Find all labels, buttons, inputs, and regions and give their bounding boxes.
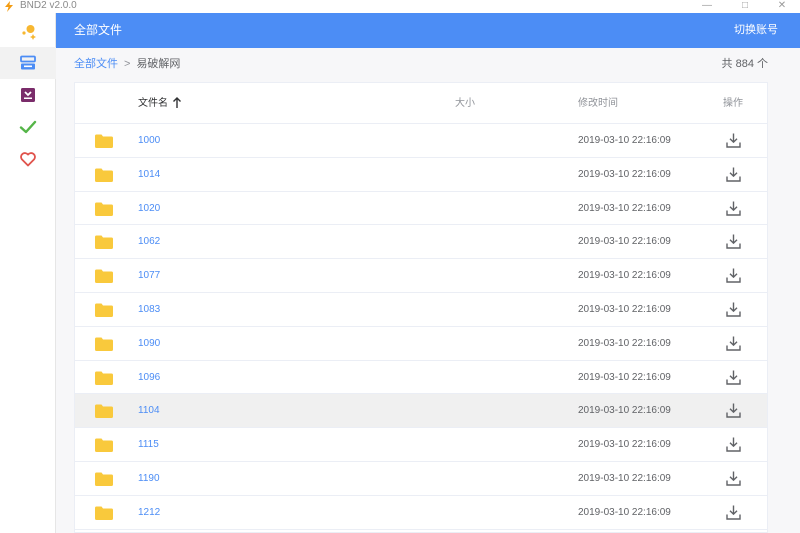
modified-time: 2019-03-10 22:16:09 — [578, 337, 671, 349]
folder-icon — [95, 506, 113, 520]
download-icon[interactable] — [725, 470, 742, 487]
download-icon[interactable] — [725, 301, 742, 318]
modified-time: 2019-03-10 22:16:09 — [578, 439, 671, 451]
folder-icon — [95, 269, 113, 284]
sparkle-logo-icon — [22, 25, 36, 40]
breadcrumb-separator: > — [124, 58, 131, 70]
folder-icon — [95, 404, 113, 419]
switch-account-button[interactable]: 切换账号 — [734, 13, 778, 48]
file-name-link[interactable]: 1190 — [138, 462, 160, 495]
modified-time: 2019-03-10 22:16:09 — [578, 168, 671, 180]
download-icon[interactable] — [725, 267, 742, 284]
modified-time: 2019-03-10 22:16:09 — [578, 303, 671, 315]
stack-drive-icon — [20, 55, 36, 70]
download-icon[interactable] — [725, 132, 742, 149]
file-name-link[interactable]: 1090 — [138, 327, 160, 360]
table-row[interactable]: 1115 2019-03-10 22:16:09 — [75, 428, 767, 462]
folder-icon — [95, 337, 113, 351]
table-row[interactable]: 1090 2019-03-10 22:16:09 — [75, 327, 767, 361]
download-icon[interactable] — [725, 504, 742, 521]
table-row[interactable]: 1096 2019-03-10 22:16:09 — [75, 361, 767, 395]
folder-icon — [95, 235, 113, 250]
sidebar-item-files[interactable] — [0, 47, 56, 79]
modified-time: 2019-03-10 22:16:09 — [578, 506, 671, 518]
table-row[interactable]: 1083 2019-03-10 22:16:09 — [75, 293, 767, 327]
folder-icon — [95, 202, 113, 216]
file-name-link[interactable]: 1104 — [138, 394, 160, 427]
download-icon[interactable] — [725, 402, 742, 419]
header-title: 全部文件 — [74, 23, 123, 37]
lightning-app-icon — [5, 1, 13, 12]
file-name-link[interactable]: 1014 — [138, 158, 160, 191]
table-row[interactable]: 1000 2019-03-10 22:16:09 — [75, 124, 767, 158]
inbox-download-icon — [21, 88, 35, 102]
table-row[interactable]: 1104 2019-03-10 22:16:09 — [75, 394, 767, 429]
folder-icon — [95, 168, 113, 182]
column-header-action: 操作 — [723, 98, 743, 109]
file-name-link[interactable]: 1096 — [138, 361, 160, 394]
total-count: 共 884 个 — [721, 58, 768, 70]
close-button[interactable]: ✕ — [775, 0, 789, 12]
table-row[interactable]: 1062 2019-03-10 22:16:09 — [75, 225, 767, 260]
sidebar-item-downloads[interactable] — [0, 79, 56, 111]
maximize-button[interactable]: □ — [738, 0, 752, 12]
download-icon[interactable] — [725, 436, 742, 453]
modified-time: 2019-03-10 22:16:09 — [578, 135, 671, 146]
folder-icon — [95, 472, 113, 486]
modified-time: 2019-03-10 22:16:09 — [578, 371, 671, 383]
file-name-link[interactable]: 1083 — [138, 293, 160, 326]
download-icon[interactable] — [725, 200, 742, 217]
download-icon[interactable] — [725, 166, 742, 183]
heart-icon — [20, 152, 36, 167]
minimize-button[interactable]: — — [700, 0, 714, 12]
folder-icon — [95, 371, 113, 385]
file-name-link[interactable]: 1020 — [138, 192, 160, 225]
main-content: 全部文件 > 易破解网 共 884 个 文件名 大小 修改时间 操作 1000 … — [56, 48, 800, 533]
header-bar: 全部文件 切换账号 — [56, 13, 800, 48]
modified-time: 2019-03-10 22:16:09 — [578, 270, 671, 282]
folder-icon — [95, 134, 113, 148]
download-icon[interactable] — [725, 369, 742, 386]
download-icon[interactable] — [725, 335, 742, 352]
window-title-bar: BND2 v2.0.0 — □ ✕ — [0, 0, 800, 13]
sidebar-item-completed[interactable] — [0, 111, 56, 143]
table-row[interactable]: 1190 2019-03-10 22:16:09 — [75, 462, 767, 496]
sidebar-item-favorites[interactable] — [0, 143, 56, 175]
breadcrumb-root-link[interactable]: 全部文件 — [74, 57, 118, 71]
sidebar — [0, 13, 56, 533]
sidebar-item-logo[interactable] — [0, 15, 56, 47]
column-header-name[interactable]: 文件名 — [138, 83, 168, 124]
checkmark-icon — [19, 120, 37, 134]
table-row[interactable]: 1212 2019-03-10 22:16:09 — [75, 496, 767, 530]
column-header-modified[interactable]: 修改时间 — [578, 83, 618, 124]
file-name-link[interactable]: 1062 — [138, 225, 160, 258]
file-table: 文件名 大小 修改时间 操作 1000 2019-03-10 22:16:09 … — [74, 82, 768, 533]
window-title: BND2 v2.0.0 — [20, 0, 77, 11]
file-name-link[interactable]: 1212 — [138, 496, 160, 529]
modified-time: 2019-03-10 22:16:09 — [578, 472, 671, 484]
sort-ascending-icon[interactable] — [172, 97, 182, 109]
modified-time: 2019-03-10 22:16:09 — [578, 405, 671, 417]
file-name-link[interactable]: 1077 — [138, 259, 160, 292]
download-icon[interactable] — [725, 233, 742, 250]
modified-time: 2019-03-10 22:16:09 — [578, 236, 671, 248]
column-header-size[interactable]: 大小 — [455, 83, 475, 124]
file-name-link[interactable]: 1000 — [138, 124, 160, 157]
breadcrumb-current: 易破解网 — [136, 58, 181, 70]
modified-time: 2019-03-10 22:16:09 — [578, 202, 671, 214]
folder-icon — [95, 438, 113, 453]
file-name-link[interactable]: 1115 — [138, 428, 159, 461]
table-row[interactable]: 1020 2019-03-10 22:16:09 — [75, 192, 767, 226]
table-row[interactable]: 1014 2019-03-10 22:16:09 — [75, 158, 767, 192]
breadcrumb: 全部文件 > 易破解网 — [74, 57, 180, 71]
table-row[interactable]: 1077 2019-03-10 22:16:09 — [75, 259, 767, 293]
folder-icon — [95, 303, 113, 317]
table-body: 1000 2019-03-10 22:16:09 1014 2019-03-10… — [75, 124, 767, 530]
table-header: 文件名 大小 修改时间 操作 — [75, 83, 767, 124]
